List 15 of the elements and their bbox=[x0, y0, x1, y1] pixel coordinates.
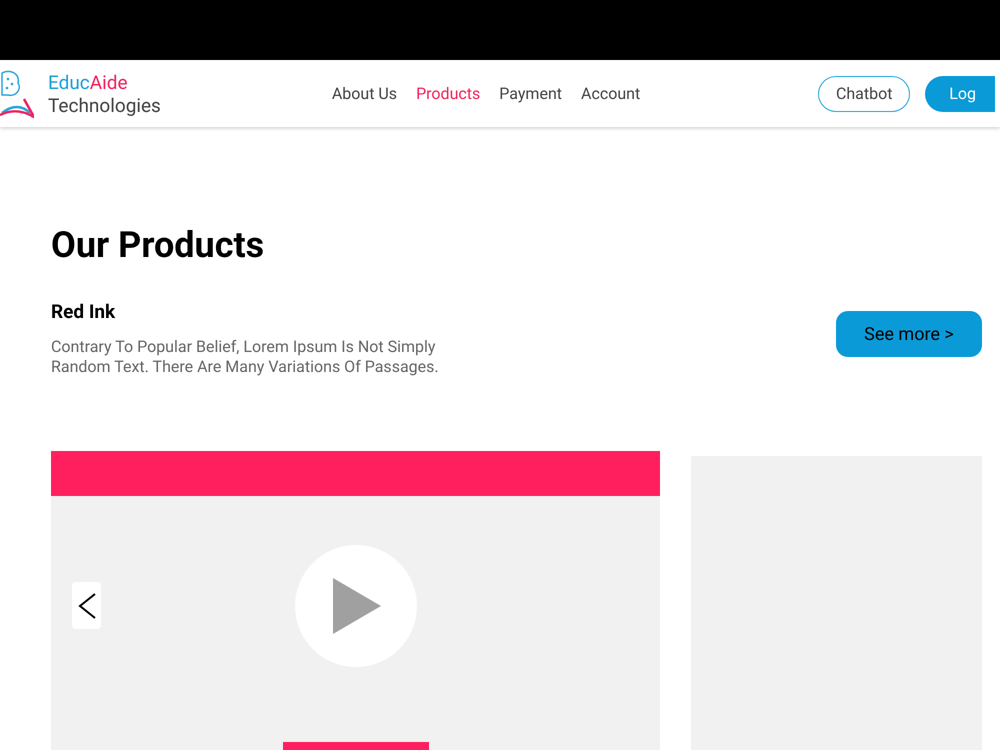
nav-link[interactable]: About Us bbox=[332, 82, 398, 106]
nav-link[interactable]: Products bbox=[416, 82, 480, 106]
product-name: Red Ink bbox=[51, 299, 116, 325]
nav-link[interactable]: Payment bbox=[499, 82, 562, 106]
brand-subtitle: Technologies bbox=[48, 94, 161, 116]
previous-button[interactable] bbox=[72, 582, 101, 630]
section-title: Our Products bbox=[51, 225, 264, 265]
see-more-button[interactable]: See more > bbox=[836, 311, 982, 357]
chatbot-button[interactable]: Chatbot bbox=[818, 76, 910, 112]
chevron-left-icon bbox=[76, 592, 96, 620]
product-description: Contrary To Popular Belief, Lorem Ipsum Is Not Simply Random Text. There Are Many Variations Of Passages. bbox=[51, 336, 440, 376]
logo-icon bbox=[0, 68, 34, 118]
nav-link[interactable]: Account bbox=[581, 82, 640, 106]
play-icon bbox=[331, 578, 381, 634]
brand-name: EducAide bbox=[48, 70, 129, 94]
